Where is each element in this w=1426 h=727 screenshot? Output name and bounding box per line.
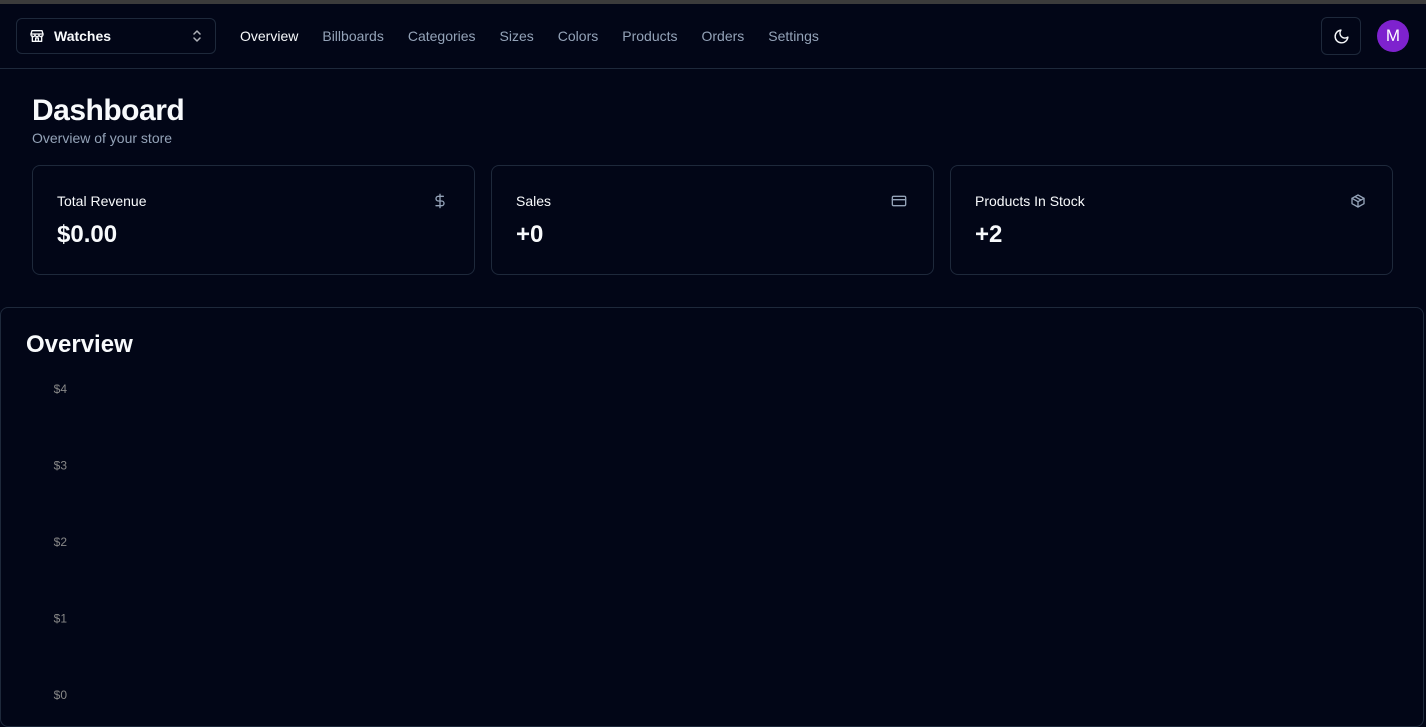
total-revenue-card: Total Revenue $0.00 (32, 165, 475, 275)
page-heading: Dashboard Overview of your store (32, 94, 185, 146)
y-axis-tick-label: $0 (54, 688, 68, 702)
y-axis-tick-label: $4 (54, 382, 68, 396)
y-axis-tick-label: $3 (54, 459, 68, 473)
page-subtitle: Overview of your store (32, 130, 173, 146)
credit-card-icon (891, 193, 907, 209)
overview-chart: $4 $3 $2 $1 $0 (54, 382, 68, 702)
dollar-sign-icon (432, 193, 448, 209)
package-icon (1350, 193, 1366, 209)
y-axis-tick-label: $2 (54, 535, 68, 549)
nav-link-orders[interactable]: Orders (702, 28, 745, 44)
moon-icon (1333, 28, 1350, 45)
card-title: Total Revenue (57, 193, 147, 209)
card-title: Products In Stock (975, 193, 1085, 209)
nav-link-settings[interactable]: Settings (768, 28, 819, 44)
card-title: Sales (516, 193, 552, 209)
theme-toggle-button[interactable] (1321, 17, 1361, 55)
nav-link-sizes[interactable]: Sizes (500, 28, 534, 44)
store-switcher[interactable]: Watches (16, 18, 216, 54)
main-nav: Overview Billboards Categories Sizes Col… (240, 4, 843, 68)
card-value: +0 (516, 221, 544, 248)
card-value: +2 (975, 221, 1003, 248)
chevrons-up-down-icon (191, 29, 203, 43)
nav-link-categories[interactable]: Categories (408, 28, 476, 44)
page-title: Dashboard (32, 94, 185, 127)
user-avatar[interactable]: M (1377, 20, 1409, 52)
overview-panel: Overview $4 $3 $2 $1 $0 (0, 307, 1424, 727)
navbar: Watches Overview Billboards Categories S… (0, 4, 1426, 69)
card-value: $0.00 (57, 221, 118, 248)
products-in-stock-card: Products In Stock +2 (950, 165, 1393, 275)
nav-link-billboards[interactable]: Billboards (322, 28, 383, 44)
nav-link-overview[interactable]: Overview (240, 28, 298, 44)
store-name: Watches (54, 28, 112, 44)
nav-link-colors[interactable]: Colors (558, 28, 598, 44)
nav-link-products[interactable]: Products (622, 28, 677, 44)
store-icon (29, 28, 45, 44)
sales-card: Sales +0 (491, 165, 934, 275)
y-axis-tick-label: $1 (54, 612, 68, 626)
